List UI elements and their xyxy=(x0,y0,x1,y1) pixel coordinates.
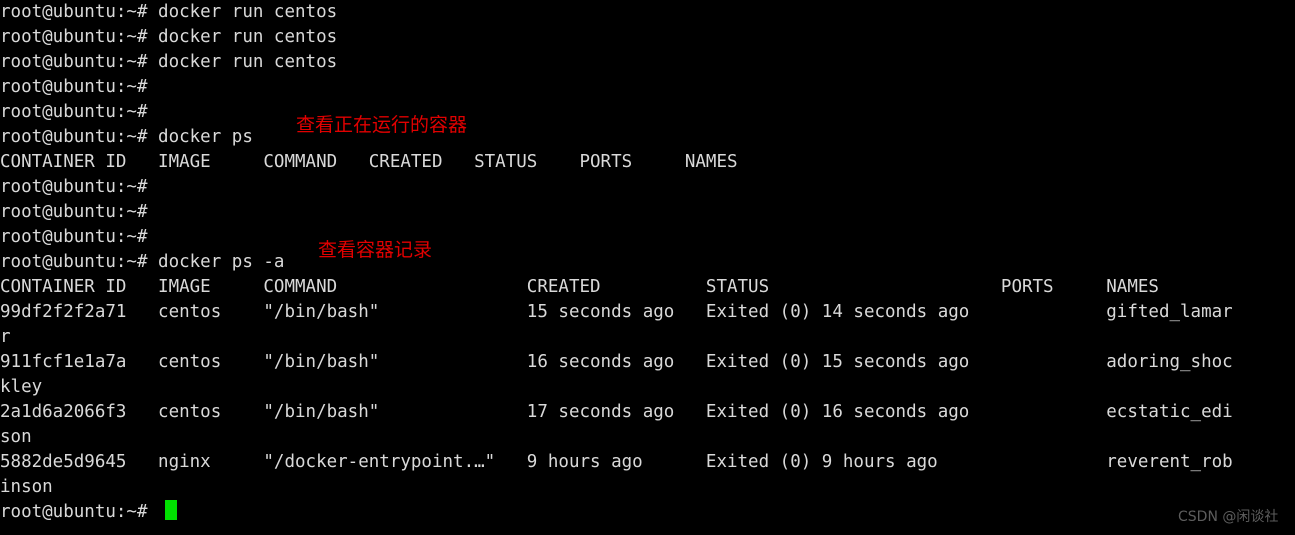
terminal-line: root@ubuntu:~# docker run centos xyxy=(0,27,338,47)
terminal-line: root@ubuntu:~# docker ps xyxy=(0,127,253,147)
annotation-container-records: 查看容器记录 xyxy=(318,239,433,261)
terminal-line-row: 911fcf1e1a7a centos "/bin/bash" 16 secon… xyxy=(0,352,1233,372)
annotation-running-containers: 查看正在运行的容器 xyxy=(296,114,468,136)
terminal-line-wrap: r xyxy=(0,327,11,347)
terminal-line: root@ubuntu:~# docker ps -a xyxy=(0,252,285,272)
terminal-line: root@ubuntu:~# xyxy=(0,77,148,97)
terminal-line-header: CONTAINER ID IMAGE COMMAND CREATED STATU… xyxy=(0,277,1159,297)
terminal-line-row: 5882de5d9645 nginx "/docker-entrypoint.…… xyxy=(0,452,1233,472)
terminal-line-row: 99df2f2f2a71 centos "/bin/bash" 15 secon… xyxy=(0,302,1233,322)
terminal-line-wrap: inson xyxy=(0,477,53,497)
terminal-line-wrap: kley xyxy=(0,377,43,397)
terminal-line: root@ubuntu:~# xyxy=(0,177,148,197)
terminal-cursor xyxy=(165,500,177,520)
terminal-line: root@ubuntu:~# docker run centos xyxy=(0,52,338,72)
terminal-line: root@ubuntu:~# xyxy=(0,227,148,247)
terminal-line: root@ubuntu:~# xyxy=(0,202,148,222)
csdn-watermark: CSDN @闲谈社 xyxy=(1178,509,1279,525)
terminal-line: root@ubuntu:~# xyxy=(0,102,148,122)
terminal-line-header: CONTAINER ID IMAGE COMMAND CREATED STATU… xyxy=(0,152,738,172)
terminal-window[interactable]: root@ubuntu:~# docker run centos root@ub… xyxy=(0,0,1295,535)
terminal-prompt-line: root@ubuntu:~# xyxy=(0,502,148,522)
terminal-line-wrap: son xyxy=(0,427,32,447)
terminal-line: root@ubuntu:~# docker run centos xyxy=(0,2,338,22)
terminal-line-row: 2a1d6a2066f3 centos "/bin/bash" 17 secon… xyxy=(0,402,1233,422)
